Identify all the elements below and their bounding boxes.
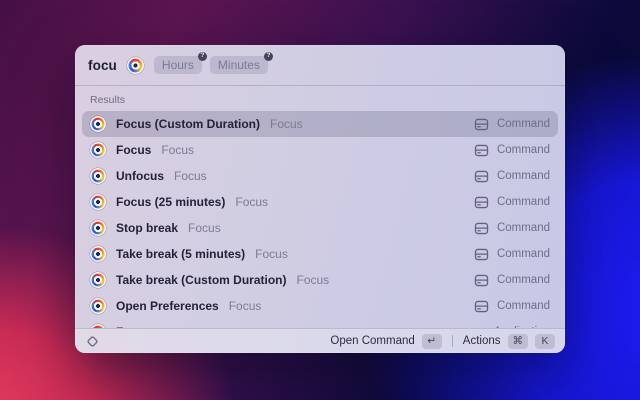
result-type: Command xyxy=(497,170,550,182)
k-key-badge: K xyxy=(535,334,555,349)
arg-hours-field[interactable]: Hours ? xyxy=(154,56,202,74)
result-row[interactable]: Take break (Custom Duration) Focus Comma… xyxy=(82,267,558,293)
focus-app-icon xyxy=(90,194,106,210)
result-row[interactable]: Focus (25 minutes) Focus Command xyxy=(82,189,558,215)
result-type: Command xyxy=(497,300,550,312)
result-title: Unfocus xyxy=(116,169,164,183)
result-subtitle: Focus xyxy=(255,247,288,261)
return-key-badge: ↵ xyxy=(422,334,442,349)
command-icon xyxy=(474,221,489,236)
result-type: Command xyxy=(497,222,550,234)
focus-app-icon xyxy=(90,142,106,158)
search-input[interactable]: focu xyxy=(88,58,117,73)
result-title: Take break (5 minutes) xyxy=(116,247,245,261)
focus-app-icon xyxy=(90,298,106,314)
results-header: Results xyxy=(82,86,558,111)
result-row[interactable]: Focus Focus Command xyxy=(82,137,558,163)
footer-action-bar: Open Command ↵ Actions ⌘ K xyxy=(75,328,565,353)
result-title: Focus (Custom Duration) xyxy=(116,117,260,131)
command-icon xyxy=(474,195,489,210)
actions-button[interactable]: Actions xyxy=(463,335,501,347)
raycast-logo-icon xyxy=(85,334,100,349)
command-icon xyxy=(474,143,489,158)
command-icon xyxy=(474,247,489,262)
result-meta: Command xyxy=(474,221,550,236)
result-meta: Command xyxy=(474,195,550,210)
result-type: Command xyxy=(497,118,550,130)
result-row[interactable]: Stop break Focus Command xyxy=(82,215,558,241)
result-title: Stop break xyxy=(116,221,178,235)
result-type: Command xyxy=(497,144,550,156)
result-title: Focus xyxy=(116,143,151,157)
result-type: Command xyxy=(497,248,550,260)
focus-app-icon xyxy=(90,168,106,184)
result-row[interactable]: Focus Application xyxy=(82,319,558,328)
search-bar[interactable]: focu Hours ? Minutes ? xyxy=(75,45,565,85)
footer-separator xyxy=(452,335,453,347)
result-type: Command xyxy=(497,274,550,286)
focus-app-icon xyxy=(90,272,106,288)
primary-action-button[interactable]: Open Command xyxy=(330,335,414,347)
result-meta: Command xyxy=(474,299,550,314)
result-subtitle: Focus xyxy=(235,195,268,209)
raycast-window: focu Hours ? Minutes ? Results Focus (Cu… xyxy=(75,45,565,353)
result-row[interactable]: Open Preferences Focus Command xyxy=(82,293,558,319)
command-icon xyxy=(474,299,489,314)
cmd-key-badge: ⌘ xyxy=(508,334,529,349)
result-row[interactable]: Focus (Custom Duration) Focus Command xyxy=(82,111,558,137)
result-subtitle: Focus xyxy=(188,221,221,235)
command-icon xyxy=(474,169,489,184)
arg-hours-optional-badge: ? xyxy=(198,52,207,61)
result-meta: Command xyxy=(474,273,550,288)
result-subtitle: Focus xyxy=(161,143,194,157)
desktop-background: focu Hours ? Minutes ? Results Focus (Cu… xyxy=(0,0,640,400)
result-title: Focus (25 minutes) xyxy=(116,195,225,209)
results-list: Results Focus (Custom Duration) Focus Co… xyxy=(75,86,565,328)
result-title: Open Preferences xyxy=(116,299,219,313)
focus-app-icon xyxy=(90,220,106,236)
result-meta: Command xyxy=(474,169,550,184)
command-icon xyxy=(474,117,489,132)
result-title: Take break (Custom Duration) xyxy=(116,273,286,287)
result-subtitle: Focus xyxy=(296,273,329,287)
arg-minutes-optional-badge: ? xyxy=(264,52,273,61)
result-subtitle: Focus xyxy=(229,299,262,313)
arg-hours-label: Hours xyxy=(162,58,194,72)
focus-app-icon xyxy=(127,57,144,74)
result-type: Command xyxy=(497,196,550,208)
footer-actions: Open Command ↵ Actions ⌘ K xyxy=(330,334,555,349)
argument-fields: Hours ? Minutes ? xyxy=(154,56,268,74)
arg-minutes-field[interactable]: Minutes ? xyxy=(210,56,268,74)
result-meta: Command xyxy=(474,117,550,132)
result-meta: Command xyxy=(474,143,550,158)
command-icon xyxy=(474,273,489,288)
result-subtitle: Focus xyxy=(270,117,303,131)
focus-app-icon xyxy=(90,246,106,262)
result-subtitle: Focus xyxy=(174,169,207,183)
arg-minutes-label: Minutes xyxy=(218,58,260,72)
result-row[interactable]: Unfocus Focus Command xyxy=(82,163,558,189)
focus-app-icon xyxy=(90,116,106,132)
result-meta: Command xyxy=(474,247,550,262)
result-row[interactable]: Take break (5 minutes) Focus Command xyxy=(82,241,558,267)
